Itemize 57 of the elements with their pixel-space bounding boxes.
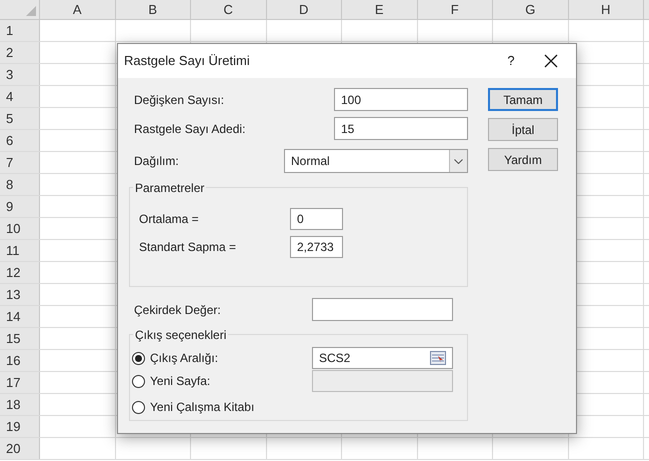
triangle-icon <box>26 6 36 16</box>
row-header[interactable]: 5 <box>0 108 40 129</box>
row-header[interactable]: 18 <box>0 394 40 415</box>
help-button[interactable]: ? <box>496 51 526 71</box>
window-title: Rastgele Sayı Üretimi <box>124 52 251 70</box>
column-header[interactable]: D <box>266 0 342 19</box>
row-header[interactable]: 9 <box>0 196 40 217</box>
input-field[interactable]: 15 <box>334 117 468 140</box>
column-header[interactable]: H <box>568 0 644 19</box>
row-header[interactable]: 17 <box>0 372 40 393</box>
range-select-icon <box>430 351 446 365</box>
row-header[interactable]: 19 <box>0 416 40 437</box>
input-field[interactable] <box>312 298 453 321</box>
close-icon <box>544 54 558 68</box>
column-header[interactable]: G <box>493 0 568 19</box>
radio-button[interactable] <box>132 400 145 414</box>
field-label: Değişken Sayısı: <box>133 92 226 108</box>
radio-label: Yeni Sayfa: <box>150 373 210 390</box>
input-field[interactable] <box>312 370 453 392</box>
field-label: Ortalama = <box>138 211 200 228</box>
row-header[interactable]: 11 <box>0 240 40 261</box>
row-header[interactable]: 20 <box>0 438 40 459</box>
radio-button[interactable] <box>132 374 145 388</box>
row-header[interactable]: 2 <box>0 42 40 63</box>
field-label: Dağılım: <box>133 153 180 170</box>
dialog-button[interactable]: İptal <box>488 118 558 141</box>
field-label: Rastgele Sayı Adedi: <box>133 120 246 138</box>
row-header[interactable]: 6 <box>0 130 40 151</box>
column-header[interactable]: C <box>191 0 266 19</box>
dialog-button[interactable]: Tamam <box>488 88 558 111</box>
row-header[interactable]: 8 <box>0 174 40 195</box>
row-header[interactable]: 10 <box>0 218 40 239</box>
row-header[interactable]: 7 <box>0 152 40 173</box>
radio-label: Çıkış Aralığı: <box>150 350 218 367</box>
row-header[interactable]: 13 <box>0 284 40 305</box>
chevron-down-icon <box>454 158 463 164</box>
row-header[interactable]: 16 <box>0 350 40 371</box>
row-header[interactable]: 15 <box>0 328 40 349</box>
column-header[interactable]: E <box>342 0 418 19</box>
field-label: Çekirdek Değer: <box>133 302 222 318</box>
row-header[interactable]: 1 <box>0 20 40 41</box>
dropdown[interactable]: Normal <box>284 149 468 173</box>
radio-button[interactable] <box>132 352 145 364</box>
field-label: Standart Sapma = <box>138 239 238 256</box>
input-field[interactable]: 0 <box>290 208 343 230</box>
column-header[interactable]: B <box>116 0 191 19</box>
row-header[interactable]: 3 <box>0 64 40 85</box>
row-header[interactable]: 12 <box>0 262 40 283</box>
input-field[interactable]: 2,2733 <box>290 236 343 258</box>
column-header[interactable]: A <box>40 0 116 19</box>
row-header[interactable]: 14 <box>0 306 40 327</box>
column-header[interactable]: F <box>418 0 493 19</box>
input-field[interactable]: 100 <box>334 88 468 111</box>
row-header[interactable]: 4 <box>0 86 40 107</box>
dialog-button[interactable]: Yardım <box>488 148 558 171</box>
input-field[interactable]: SCS2 <box>312 347 453 369</box>
radio-label: Yeni Çalışma Kitabı <box>150 399 254 416</box>
